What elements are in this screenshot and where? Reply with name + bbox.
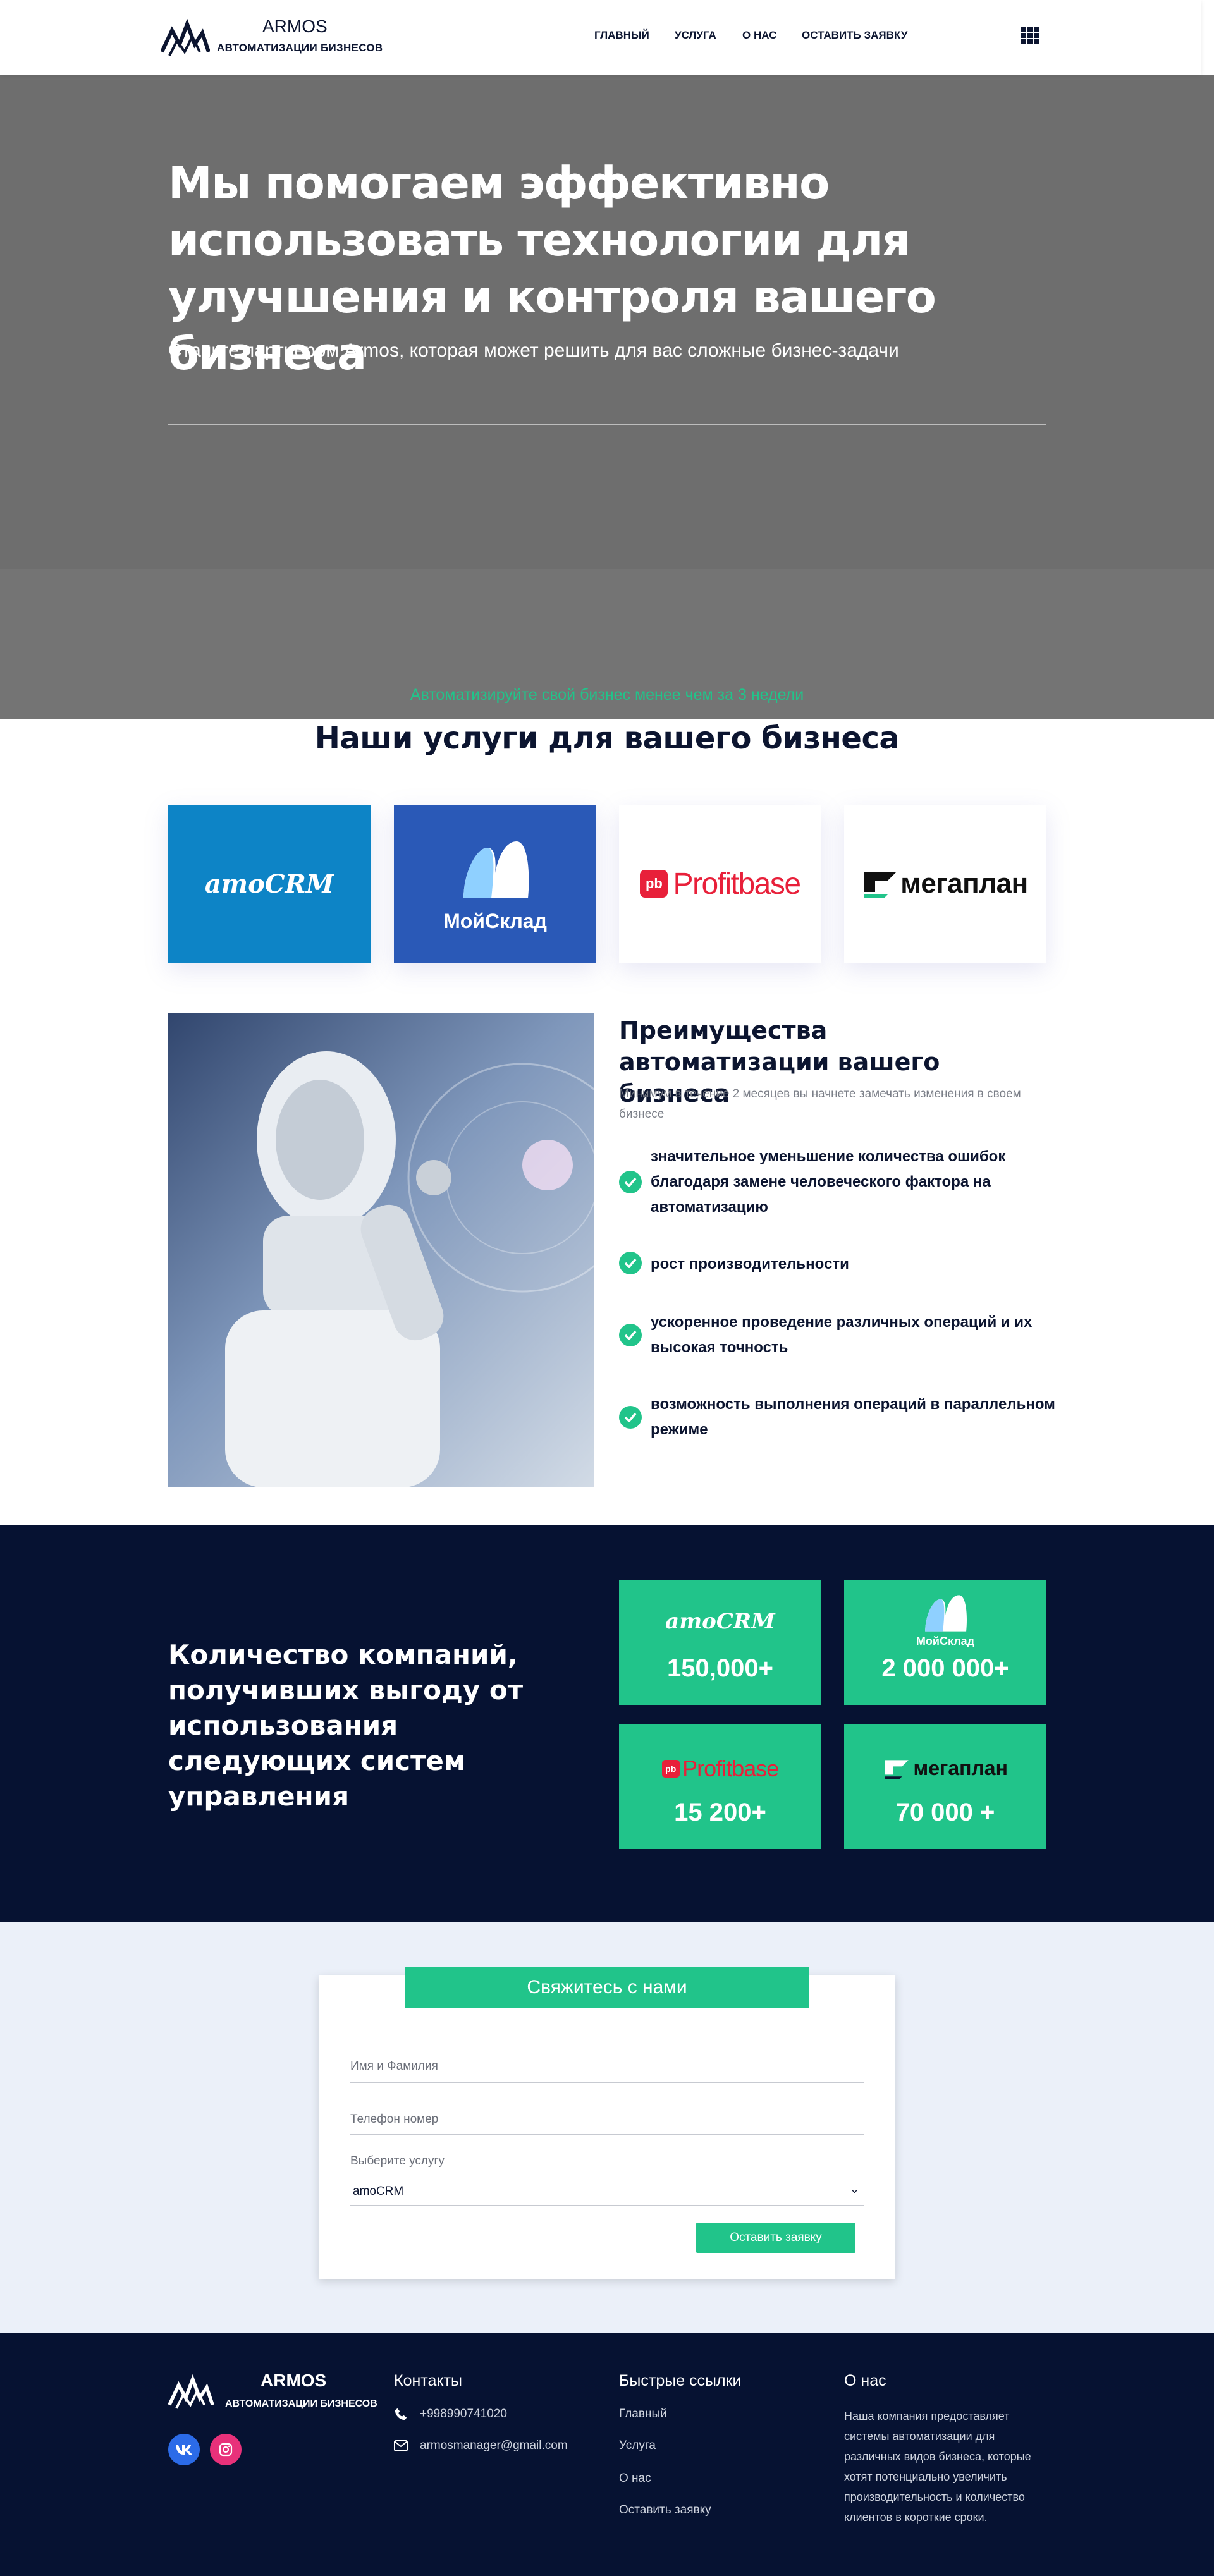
benefit-text: ускоренное проведение различных операций…: [651, 1314, 1033, 1356]
logo-name[interactable]: ARMOS: [262, 16, 328, 37]
footer-logo-name[interactable]: ARMOS: [261, 2371, 326, 2391]
stat-card-megaplan: мегаплан 70 000 +: [844, 1724, 1046, 1849]
benefit-item: значительное уменьшение количества ошибо…: [619, 1144, 1062, 1220]
megaplan-logo-text: мегаплан: [900, 868, 1028, 899]
stat-value: 70 000 +: [895, 1798, 995, 1826]
stat-value: 2 000 000+: [881, 1654, 1009, 1682]
stat-card-moysklad: МойСклад 2 000 000+: [844, 1580, 1046, 1705]
footer-links-title: Быстрые ссылки: [619, 2372, 742, 2390]
benefit-text: значительное уменьшение количества ошибо…: [651, 1148, 1006, 1216]
service-select-label: Выберите услугу: [350, 2154, 445, 2168]
moysklad-logo-icon: [925, 1595, 967, 1632]
megaplan-logo-text: мегаплан: [913, 1757, 1008, 1779]
check-icon: [619, 1171, 642, 1193]
footer-about-title: О нас: [844, 2372, 886, 2390]
armos-logo-icon[interactable]: [161, 19, 210, 57]
moysklad-logo-text: МойСклад: [916, 1635, 975, 1647]
benefit-text: возможность выполнения операций в паралл…: [651, 1396, 1055, 1438]
profitbase-badge-icon: pb: [661, 1760, 680, 1778]
service-card-megaplan[interactable]: мегаплан: [844, 805, 1046, 963]
name-input[interactable]: Имя и Фамилия: [350, 2060, 438, 2073]
service-select[interactable]: amoCRM: [353, 2185, 403, 2199]
nav-request[interactable]: ОСТАВИТЬ ЗАЯВКУ: [802, 29, 907, 42]
check-icon: [619, 1406, 642, 1429]
footer-link-request[interactable]: Оставить заявку: [619, 2503, 711, 2517]
hero-subtitle: Станьте партнером Armos, которая может р…: [168, 340, 899, 361]
nav-home[interactable]: ГЛАВНЫЙ: [594, 29, 649, 42]
benefit-item: возможность выполнения операций в паралл…: [619, 1392, 1062, 1443]
check-icon: [619, 1324, 642, 1346]
benefits-subtitle: Минимум в течение 2 месяцев вы начнете з…: [619, 1087, 1021, 1121]
service-select-underline: [350, 2205, 864, 2206]
vk-icon[interactable]: [168, 2434, 200, 2465]
service-card-moysklad[interactable]: МойСклад: [394, 805, 596, 963]
benefit-item: ускоренное проведение различных операций…: [619, 1310, 1062, 1360]
footer-phone[interactable]: +998990741020: [420, 2407, 507, 2421]
stat-value: 15 200+: [674, 1798, 766, 1826]
contact-form-title: Свяжитесь с нами: [405, 1967, 809, 2008]
phone-input[interactable]: Телефон номер: [350, 2113, 438, 2127]
robot-image: [168, 1013, 594, 1487]
grid-icon[interactable]: [1021, 27, 1039, 44]
footer-link-services[interactable]: Услуга: [619, 2439, 656, 2453]
amocrm-logo: amoCRM: [204, 869, 334, 899]
nav-services[interactable]: УСЛУГА: [675, 29, 716, 42]
footer-link-about[interactable]: О нас: [619, 2472, 651, 2486]
envelope-icon: [394, 2440, 408, 2451]
stat-card-amocrm: amoCRM 150,000+: [619, 1580, 821, 1705]
stats-title: Количество компаний, получивших выгоду о…: [168, 1639, 524, 1812]
service-card-profitbase[interactable]: pb Profitbase: [619, 805, 821, 963]
check-icon: [619, 1252, 642, 1274]
service-card-amocrm[interactable]: amoCRM: [168, 805, 371, 963]
moysklad-logo-text: МойСклад: [443, 909, 547, 932]
services-title: Наши услуги для вашего бизнеса: [314, 721, 900, 756]
stat-card-profitbase: pb Profitbase 15 200+: [619, 1724, 821, 1849]
profitbase-logo-text: Profitbase: [682, 1755, 779, 1781]
footer-email[interactable]: armosmanager@gmail.com: [420, 2439, 568, 2453]
instagram-icon[interactable]: [210, 2434, 242, 2465]
site-header: ARMOS АВТОМАТИЗАЦИИ БИЗНЕСОВ ГЛАВНЫЙ УСЛ…: [0, 0, 1201, 75]
services-kicker: Автоматизируйте свой бизнес менее чем за…: [410, 686, 804, 704]
benefit-item: рост производительности: [619, 1252, 1062, 1277]
hero-divider: [168, 424, 1046, 425]
chevron-down-icon[interactable]: ⌄: [850, 2183, 859, 2196]
footer-about-text: Наша компания предоставляет системы авто…: [844, 2410, 1031, 2524]
moysklad-logo-icon: [463, 841, 529, 898]
megaplan-logo-icon: [864, 872, 897, 898]
phone-icon: [395, 2408, 407, 2420]
amocrm-logo: amoCRM: [665, 1609, 775, 1634]
armos-logo-icon[interactable]: [168, 2374, 214, 2410]
profitbase-badge-icon: pb: [640, 870, 668, 898]
name-input-underline: [350, 2082, 864, 2083]
submit-button[interactable]: Оставить заявку: [696, 2223, 855, 2253]
footer-logo-subtitle: АВТОМАТИЗАЦИИ БИЗНЕСОВ: [225, 2398, 377, 2409]
footer-contacts-title: Контакты: [394, 2372, 462, 2390]
footer-link-home[interactable]: Главный: [619, 2407, 667, 2421]
megaplan-logo-icon: [885, 1759, 909, 1779]
nav-about[interactable]: О НАС: [742, 29, 776, 42]
phone-input-underline: [350, 2134, 864, 2135]
profitbase-logo-text: Profitbase: [673, 867, 801, 901]
logo-subtitle: АВТОМАТИЗАЦИИ БИЗНЕСОВ: [217, 42, 383, 54]
benefit-text: рост производительности: [651, 1255, 849, 1273]
stat-value: 150,000+: [667, 1654, 773, 1682]
